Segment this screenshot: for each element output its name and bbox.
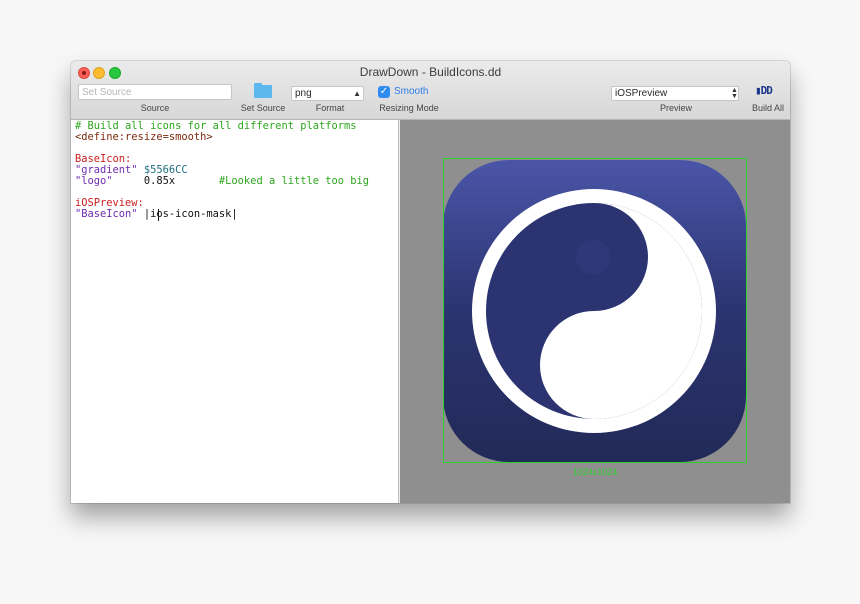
preview-pane: 1024x1024	[400, 120, 790, 503]
stepper-arrows-icon: ▲	[353, 89, 361, 98]
source-caption: Source	[140, 103, 170, 113]
format-select[interactable]: png ▲	[291, 86, 364, 101]
build-all-caption: Build All	[751, 103, 785, 113]
folder-icon[interactable]	[254, 83, 272, 98]
source-field[interactable]: Set Source	[78, 84, 232, 100]
preview-caption: Preview	[659, 103, 692, 113]
editor-line: "logo" 0.85x #Looked a little too big	[75, 176, 369, 187]
editor-line: <define:resize=smooth>	[75, 131, 213, 143]
token-string: "logo"	[75, 175, 113, 187]
icon-bounds-outline	[443, 158, 747, 463]
toolbar: DrawDown - BuildIcons.dd Set Source Sour…	[71, 61, 790, 120]
token-value: 0.85x	[143, 175, 176, 187]
format-caption: Format	[315, 103, 345, 113]
token-comment: #Looked a little too big	[218, 175, 370, 187]
updown-icon: ▲ ▼	[731, 87, 738, 100]
icon-size-label: 1024x1024	[572, 467, 618, 477]
smooth-label: Smooth	[394, 86, 429, 97]
build-all-icon[interactable]: ▮DD	[755, 84, 779, 98]
app-window: DrawDown - BuildIcons.dd Set Source Sour…	[71, 61, 790, 503]
smooth-checkbox[interactable]: ✓	[378, 86, 390, 98]
window-title: DrawDown - BuildIcons.dd	[359, 65, 502, 79]
format-value: png	[295, 88, 312, 99]
preview-value: iOSPreview	[615, 88, 668, 99]
resizing-mode-caption: Resizing Mode	[379, 103, 439, 113]
text-cursor	[158, 209, 159, 221]
preview-select[interactable]: iOSPreview	[611, 86, 739, 101]
code-editor[interactable]: # Build all icons for all different plat…	[71, 120, 399, 503]
token-string: "BaseIcon"	[75, 208, 138, 220]
set-source-caption: Set Source	[240, 103, 286, 113]
build-all-glyph: DD	[760, 84, 773, 97]
editor-line: "BaseIcon" |ios-icon-mask|	[75, 209, 238, 220]
